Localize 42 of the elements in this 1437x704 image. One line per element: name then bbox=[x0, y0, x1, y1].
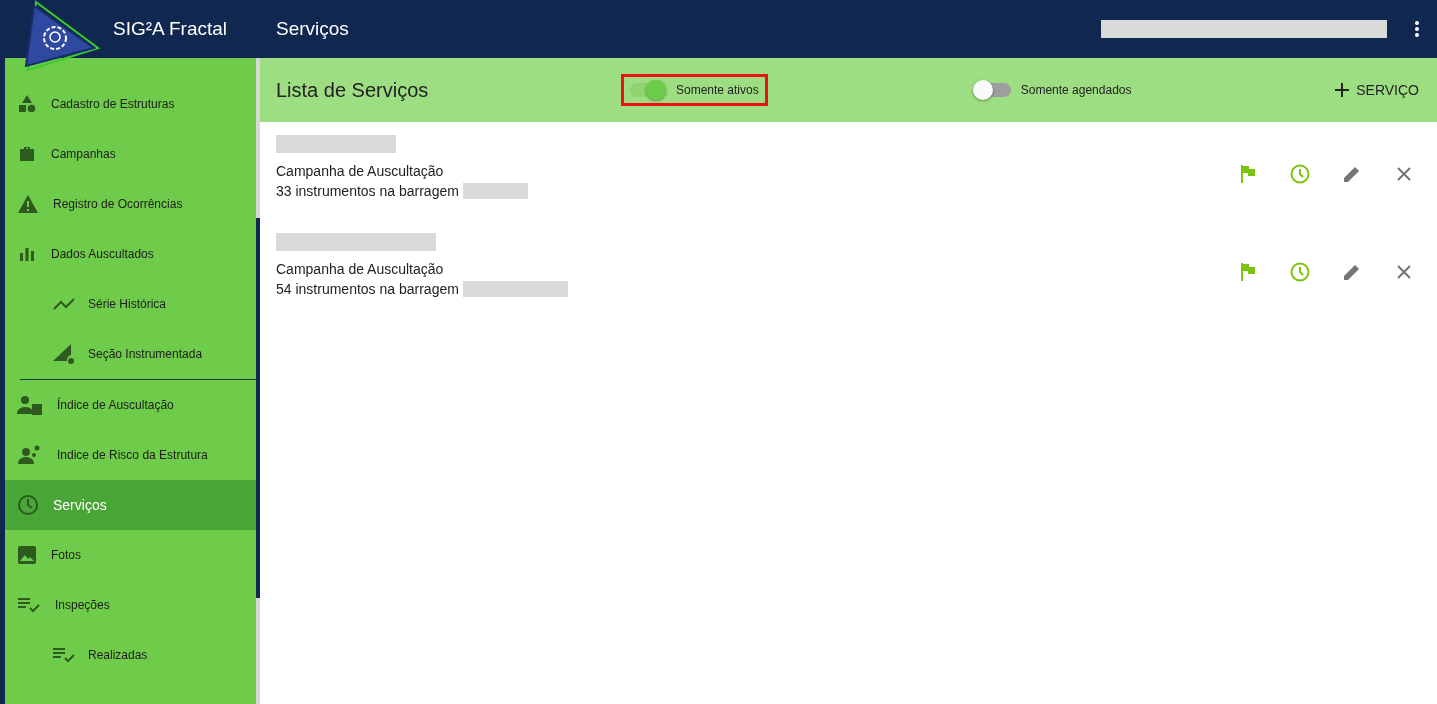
instrument-count: 33 instrumentos na barragem bbox=[276, 183, 459, 199]
flag-icon bbox=[1240, 263, 1256, 281]
warning-icon bbox=[17, 194, 39, 214]
flag-icon bbox=[1240, 165, 1256, 183]
sidebar-item[interactable]: Indice de Risco da Estrutura bbox=[5, 430, 256, 480]
pencil-icon bbox=[1343, 263, 1361, 281]
image-icon bbox=[17, 545, 37, 565]
clock-icon bbox=[17, 494, 39, 516]
add-service-button[interactable]: SERVIÇO bbox=[1328, 76, 1425, 104]
more-vertical-icon bbox=[1415, 21, 1419, 37]
logo-icon bbox=[22, 0, 100, 72]
sidebar-item[interactable]: Realizadas bbox=[5, 630, 256, 680]
sidebar-item[interactable]: Índice de Auscultação bbox=[5, 380, 256, 430]
sidebar-item[interactable]: Dados Auscultados bbox=[5, 229, 256, 279]
clock-icon bbox=[1290, 164, 1310, 184]
sidebar-item[interactable]: Registro de Ocorrências bbox=[5, 179, 256, 229]
checklist-icon bbox=[52, 646, 76, 664]
sidebar-item[interactable]: Campanhas bbox=[5, 129, 256, 179]
line-chart-icon bbox=[52, 296, 76, 312]
plus-icon bbox=[1334, 82, 1351, 98]
toggle-switch[interactable]: Somente agendados bbox=[965, 74, 1141, 106]
close-icon bbox=[1396, 166, 1412, 182]
checklist-icon bbox=[17, 596, 41, 614]
service-type: Campanha de Auscultação bbox=[276, 261, 445, 277]
list-title: Lista de Serviços bbox=[276, 78, 430, 102]
worker-clipboard-icon bbox=[17, 394, 43, 416]
sidebar-item[interactable]: Série Histórica bbox=[5, 279, 256, 329]
instrument-count: 54 instrumentos na barragem bbox=[276, 281, 459, 297]
sidebar-item[interactable]: Seção Instrumentada bbox=[5, 329, 256, 379]
shapes-icon bbox=[17, 94, 37, 114]
sidebar-item[interactable]: Cadastro de Estruturas bbox=[5, 79, 256, 129]
app-title: SIG²A Fractal bbox=[113, 18, 229, 40]
sidebar-item[interactable]: Fotos bbox=[5, 530, 256, 580]
pencil-icon bbox=[1343, 165, 1361, 183]
service-type: Campanha de Auscultação bbox=[276, 163, 445, 179]
clock-icon bbox=[1290, 262, 1310, 282]
redacted-block bbox=[462, 183, 528, 199]
briefcase-icon bbox=[17, 144, 37, 164]
page-title: Serviços bbox=[276, 18, 350, 40]
sidebar-item[interactable]: Inspeções bbox=[5, 580, 256, 630]
close-icon bbox=[1396, 264, 1412, 280]
toggle-switch[interactable]: Somente ativos bbox=[621, 74, 768, 106]
